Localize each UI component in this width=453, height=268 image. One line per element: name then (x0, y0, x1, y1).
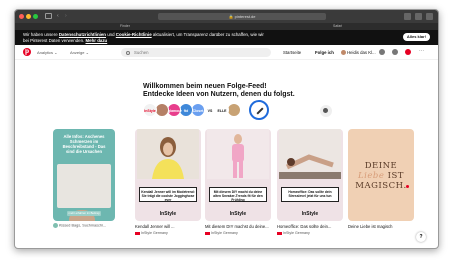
pin-card-4[interactable]: Homeoffice: Das sollte dein Stresslevel … (277, 129, 343, 221)
quote-text: DEINE Liebe IST MAGISCH. (352, 161, 410, 191)
profile-button[interactable]: Heidis das Kl... (338, 48, 379, 57)
pin-brand: InStyle (229, 211, 247, 217)
help-button[interactable]: ? (416, 232, 426, 242)
instyle-logo (135, 231, 140, 235)
pin-title[interactable]: Deine Liebe ist magisch (348, 224, 392, 229)
tab-bar: Finder Safari (15, 23, 438, 30)
profile-avatar (341, 50, 346, 56)
cookie-text: Wir haben unsere (23, 32, 58, 37)
author-name: InStyle Germany (283, 231, 310, 235)
pin-author[interactable]: InStyle Germany (205, 231, 238, 235)
pin-card-3[interactable]: Mit diesem DIY macht du deine alten Snea… (205, 129, 271, 221)
pin-card-5[interactable]: DEINE Liebe IST MAGISCH. (348, 129, 414, 221)
feed-subtitle: Entdecke Ideen von Nutzern, denen du fol… (143, 91, 295, 98)
top-navigation: p Analytics ⌄ Anzeige ⌄ Suchen Startseit… (15, 45, 438, 60)
cookie-policy-link[interactable]: Cookie-Richtlinie (116, 32, 152, 37)
pin-author[interactable]: InStyle Germany (277, 231, 310, 235)
forward-icon[interactable]: › (65, 13, 72, 19)
pin-title[interactable]: Homeoffice: Das sollte dein... (277, 224, 331, 229)
share-icon[interactable] (404, 13, 411, 20)
edit-following-button[interactable] (249, 100, 269, 120)
sidebar-icon[interactable] (45, 13, 52, 19)
pinterest-logo[interactable]: p (23, 48, 31, 56)
browser-titlebar: ‹ › 🔒 pinterest.de (15, 10, 438, 23)
pin-caption: Mit diesem DIY macht du deine alten Snea… (209, 187, 267, 202)
quote-line: DEINE (364, 161, 398, 171)
minimize-window-button[interactable] (26, 14, 31, 19)
author-name: InStyle Germany (141, 231, 168, 235)
author-name: InStyle Germany (211, 231, 238, 235)
new-tab-icon[interactable] (415, 13, 422, 20)
notifications-icon[interactable] (392, 49, 398, 55)
creator-avatar[interactable]: InStyle (143, 103, 157, 117)
feed-title: Willkommen beim neuen Folge-Feed! (143, 83, 267, 90)
pin-brand: InStyle (301, 211, 319, 217)
more-info-link[interactable]: Mehr dazu (86, 38, 108, 43)
accept-cookies-button[interactable]: Alles klar! (402, 33, 430, 41)
cookie-text-line2: bei Pinterest Daten verwenden. Mehr dazu (23, 38, 438, 44)
quote-line-script: Liebe (358, 171, 385, 181)
creator-avatar[interactable]: VS (203, 103, 217, 117)
alerts-icon[interactable] (405, 49, 411, 55)
creator-avatar[interactable] (227, 103, 241, 117)
quote-line: IST (387, 171, 404, 181)
creator-avatar[interactable]: glamour (167, 103, 182, 117)
heart-dot-icon (406, 185, 409, 188)
cookie-text: aktualisiert, um Transparenz darüber zu … (152, 32, 264, 37)
quote-line: MAGISCH. (355, 181, 407, 191)
add-user-button[interactable] (320, 105, 332, 117)
close-window-button[interactable] (19, 14, 24, 19)
zoom-window-button[interactable] (33, 14, 38, 19)
pencil-icon (256, 107, 264, 115)
lock-icon: 🔒 (228, 14, 234, 19)
url-text: pinterest.de (234, 14, 256, 19)
tab-safari[interactable]: Safari (333, 23, 342, 30)
analytics-menu[interactable]: Analytics ⌄ (37, 50, 57, 55)
pin-title[interactable]: Kendall Jenner will ... (135, 224, 175, 229)
pin-photo (137, 129, 199, 179)
search-input[interactable]: Suchen (121, 48, 271, 57)
pin-photo (279, 129, 341, 179)
tab-overview-icon[interactable] (426, 13, 433, 20)
pin-author[interactable]: InStyle Germany (135, 231, 168, 235)
author-name: Kissed Bags, Suchmaschi... (59, 223, 107, 228)
following-tab[interactable]: Folge ich (312, 48, 337, 57)
address-bar[interactable]: 🔒 pinterest.de (158, 13, 326, 20)
creator-avatar[interactable]: ELLE (215, 103, 229, 117)
pin-image (57, 164, 111, 221)
creator-avatar[interactable]: Closet (191, 103, 205, 117)
privacy-policy-link[interactable]: Datenschutzrichtlinien (59, 32, 106, 37)
tab-finder[interactable]: Finder (120, 23, 130, 30)
cookie-banner: Wir haben unsere Datenschutzrichtlinien … (15, 30, 438, 45)
instyle-logo (205, 231, 210, 235)
profile-name: Heidis das Kl... (347, 50, 376, 55)
pin-author[interactable]: Kissed Bags, Suchmaschi... (53, 223, 106, 228)
pin-card-2[interactable]: Kendall Jenner will im Modetrend: Sie tr… (135, 129, 201, 221)
pin-caption: Kendall Jenner will im Modetrend: Sie tr… (139, 187, 197, 202)
search-placeholder: Suchen (134, 50, 149, 55)
browser-window: ‹ › 🔒 pinterest.de Finder Safari Wir hab… (14, 9, 439, 249)
pin-text: Alle Infos: Aschenes Schmerzen im Beschr… (62, 134, 106, 154)
ads-menu[interactable]: Anzeige ⌄ (70, 50, 89, 55)
more-options-icon[interactable]: ··· (419, 49, 425, 55)
creator-avatar[interactable] (155, 103, 169, 117)
cookie-text: bei Pinterest Daten verwenden. (23, 37, 85, 43)
messages-icon[interactable] (379, 49, 385, 55)
back-icon[interactable]: ‹ (57, 13, 64, 19)
author-avatar (53, 223, 58, 228)
pin-photo (207, 129, 269, 179)
pin-title[interactable]: Mit diesem DIY machst du deine... (205, 224, 269, 229)
pin-brand: InStyle (159, 211, 177, 217)
pin-caption: Homeoffice: Das sollte dein Stresslevel … (281, 187, 339, 202)
cookie-text: und (107, 32, 115, 37)
search-icon (126, 50, 130, 55)
instyle-logo (277, 231, 282, 235)
pin-card-1[interactable]: Alle Infos: Aschenes Schmerzen im Beschr… (53, 129, 115, 221)
home-link[interactable]: Startseite (283, 50, 301, 55)
pin-cta: mehr erfahren im Beitrag (67, 211, 101, 216)
